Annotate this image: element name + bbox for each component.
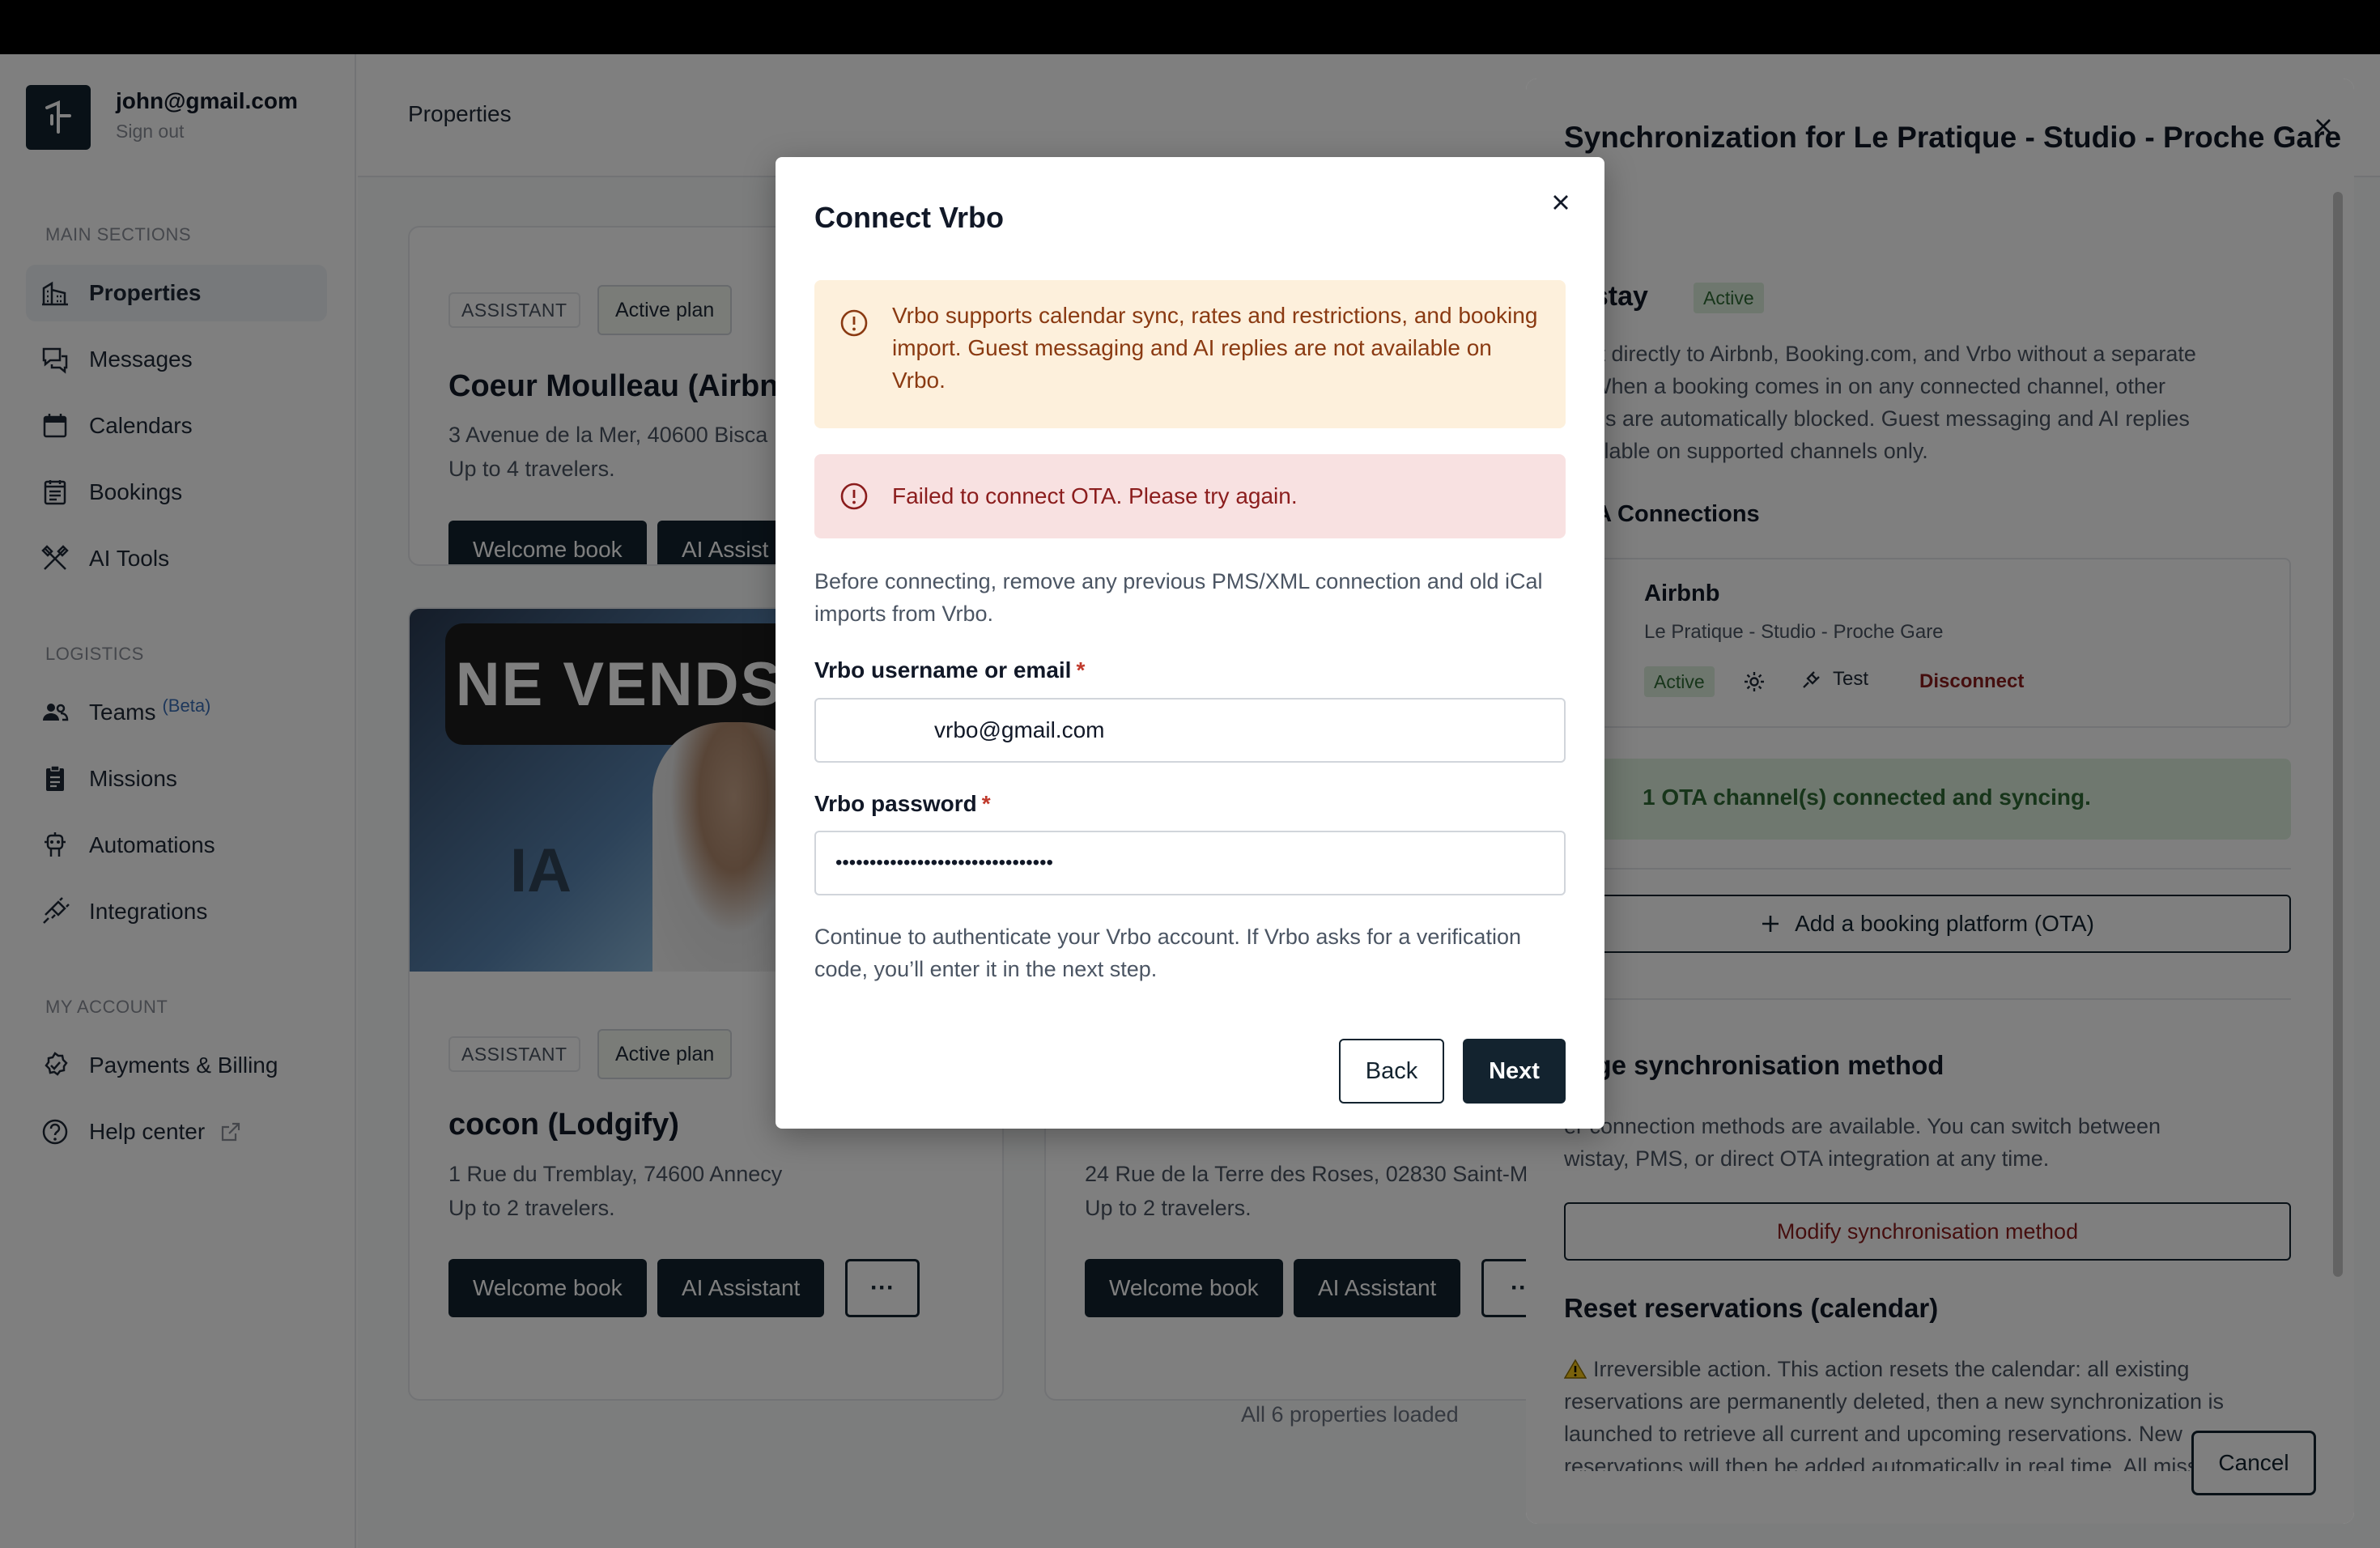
error-circle-icon [839, 481, 869, 512]
drawer-dim-overlay [1526, 79, 2354, 1524]
back-button[interactable]: Back [1339, 1039, 1444, 1104]
close-icon[interactable] [1545, 186, 1577, 219]
password-field[interactable]: •••••••••••••••••••••••••••••••• [814, 831, 1566, 895]
error-text: Failed to connect OTA. Please try again. [892, 483, 1298, 508]
username-label-text: Vrbo username or email [814, 657, 1072, 683]
warning-alert: Vrbo supports calendar sync, rates and r… [814, 280, 1566, 428]
required-mark: * [1076, 657, 1086, 683]
alert-circle-icon [839, 308, 869, 338]
password-label: Vrbo password * [814, 791, 991, 817]
username-field[interactable]: vrbo@gmail.com [814, 698, 1566, 763]
warning-text: Vrbo supports calendar sync, rates and r… [892, 303, 1538, 393]
modal-title: Connect Vrbo [814, 201, 1005, 234]
next-button[interactable]: Next [1463, 1039, 1566, 1104]
required-mark: * [981, 791, 991, 816]
intro-text: Before connecting, remove any previous P… [814, 569, 1543, 626]
username-label: Vrbo username or email * [814, 657, 1085, 683]
password-label-text: Vrbo password [814, 791, 977, 816]
error-alert: Failed to connect OTA. Please try again. [814, 454, 1566, 538]
authentication-note: Continue to authenticate your Vrbo accou… [814, 925, 1521, 981]
connect-vrbo-modal: Connect Vrbo Vrbo supports calendar sync… [776, 157, 1604, 1129]
top-bar [0, 0, 2380, 54]
